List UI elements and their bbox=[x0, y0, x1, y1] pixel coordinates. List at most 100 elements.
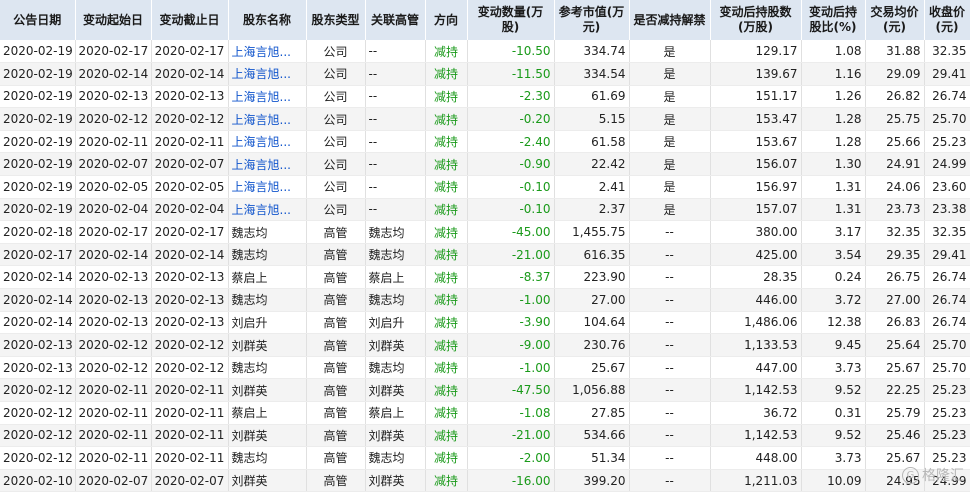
market-value-cell: 223.90 bbox=[554, 265, 630, 290]
post-shares-cell: 36.72 bbox=[710, 401, 802, 425]
column-header[interactable]: 股东类型 bbox=[306, 0, 366, 40]
table-row[interactable]: 2020-02-19 2020-02-13 2020-02-13 上海言旭... 公司 -… bbox=[0, 85, 970, 109]
post-ratio-cell: 1.08 bbox=[801, 40, 866, 64]
table-row[interactable]: 2020-02-18 2020-02-17 2020-02-17 魏志均 高管 魏志均 减持… bbox=[0, 220, 970, 244]
holder-name-cell: 刘群英 bbox=[228, 424, 307, 448]
column-header[interactable]: 变动后持股比(%) bbox=[801, 0, 866, 40]
start-date-cell: 2020-02-11 bbox=[75, 378, 152, 402]
announce-date-cell: 2020-02-12 bbox=[0, 446, 76, 470]
avg-price-cell: 26.82 bbox=[865, 85, 925, 109]
related-exec-cell: 刘启升 bbox=[365, 311, 426, 335]
column-header[interactable]: 参考市值(万元) bbox=[554, 0, 630, 40]
avg-price-cell: 25.67 bbox=[865, 356, 925, 380]
table-row[interactable]: 2020-02-19 2020-02-17 2020-02-17 上海言旭... 公司 -… bbox=[0, 40, 970, 64]
related-exec-cell: -- bbox=[365, 152, 426, 177]
announce-date-cell: 2020-02-19 bbox=[0, 198, 76, 222]
column-header[interactable]: 公告日期 bbox=[0, 0, 76, 40]
table-row[interactable]: 2020-02-12 2020-02-11 2020-02-11 蔡启上 高管 蔡启上 减持… bbox=[0, 401, 970, 425]
holder-name-cell[interactable]: 上海言旭... bbox=[228, 198, 307, 222]
post-ratio-cell: 3.73 bbox=[801, 446, 866, 470]
column-header[interactable]: 变动后持股数(万股) bbox=[710, 0, 802, 40]
holder-type-cell: 公司 bbox=[306, 62, 366, 86]
holder-name-cell[interactable]: 上海言旭... bbox=[228, 107, 307, 131]
holder-name-cell[interactable]: 上海言旭... bbox=[228, 175, 307, 199]
direction-cell: 减持 bbox=[425, 62, 468, 86]
table-row[interactable]: 2020-02-13 2020-02-12 2020-02-12 魏志均 高管 魏志均 减持… bbox=[0, 356, 970, 380]
column-header[interactable]: 变动数量(万股) bbox=[467, 0, 555, 40]
end-date-cell: 2020-02-12 bbox=[151, 107, 229, 131]
direction-cell: 减持 bbox=[425, 424, 468, 448]
column-header[interactable]: 交易均价(元) bbox=[865, 0, 925, 40]
table-row[interactable]: 2020-02-14 2020-02-13 2020-02-13 魏志均 高管 魏志均 减持… bbox=[0, 288, 970, 312]
table-row[interactable]: 2020-02-10 2020-02-07 2020-02-07 刘群英 高管 刘群英 减持… bbox=[0, 469, 970, 492]
holder-name-cell[interactable]: 上海言旭... bbox=[228, 130, 307, 154]
post-ratio-cell: 1.28 bbox=[801, 130, 866, 154]
change-qty-cell: -21.00 bbox=[467, 243, 555, 267]
table-row[interactable]: 2020-02-19 2020-02-12 2020-02-12 上海言旭... 公司 -… bbox=[0, 107, 970, 131]
related-exec-cell: 刘群英 bbox=[365, 378, 426, 402]
close-price-cell: 24.99 bbox=[924, 152, 970, 177]
direction-cell: 减持 bbox=[425, 378, 468, 402]
holder-name-cell[interactable]: 上海言旭... bbox=[228, 152, 307, 177]
column-header[interactable]: 变动截止日 bbox=[151, 0, 229, 40]
close-price-cell: 25.70 bbox=[924, 333, 970, 357]
column-header[interactable]: 关联高管 bbox=[365, 0, 426, 40]
post-ratio-cell: 3.54 bbox=[801, 243, 866, 267]
table-row[interactable]: 2020-02-12 2020-02-11 2020-02-11 魏志均 高管 魏志均 减持… bbox=[0, 446, 970, 470]
end-date-cell: 2020-02-13 bbox=[151, 288, 229, 312]
direction-cell: 减持 bbox=[425, 40, 468, 64]
table-row[interactable]: 2020-02-14 2020-02-13 2020-02-13 蔡启上 高管 蔡启上 减持… bbox=[0, 265, 970, 290]
related-exec-cell: -- bbox=[365, 130, 426, 154]
start-date-cell: 2020-02-14 bbox=[75, 62, 152, 86]
start-date-cell: 2020-02-17 bbox=[75, 40, 152, 64]
holder-name-cell: 蔡启上 bbox=[228, 265, 307, 290]
column-header[interactable]: 变动起始日 bbox=[75, 0, 152, 40]
table-row[interactable]: 2020-02-17 2020-02-14 2020-02-14 魏志均 高管 魏志均 减持… bbox=[0, 243, 970, 267]
related-exec-cell: 刘群英 bbox=[365, 333, 426, 357]
table-row[interactable]: 2020-02-19 2020-02-04 2020-02-04 上海言旭... 公司 -… bbox=[0, 198, 970, 222]
holder-name-cell[interactable]: 上海言旭... bbox=[228, 40, 307, 64]
related-exec-cell: 蔡启上 bbox=[365, 265, 426, 290]
change-qty-cell: -10.50 bbox=[467, 40, 555, 64]
post-ratio-cell: 12.38 bbox=[801, 311, 866, 335]
column-header[interactable]: 方向 bbox=[425, 0, 468, 40]
unlock-flag-cell: -- bbox=[629, 243, 711, 267]
table-row[interactable]: 2020-02-13 2020-02-12 2020-02-12 刘群英 高管 刘群英 减持… bbox=[0, 333, 970, 357]
change-qty-cell: -0.10 bbox=[467, 198, 555, 222]
change-qty-cell: -2.40 bbox=[467, 130, 555, 154]
start-date-cell: 2020-02-04 bbox=[75, 198, 152, 222]
market-value-cell: 51.34 bbox=[554, 446, 630, 470]
avg-price-cell: 25.79 bbox=[865, 401, 925, 425]
shareholder-change-table: 公告日期 变动起始日 变动截止日 股东名称 股东类型 关联高管 方向 变动数量(万股) 参考市值… bbox=[0, 0, 970, 492]
table-row[interactable]: 2020-02-19 2020-02-05 2020-02-05 上海言旭... 公司 -… bbox=[0, 175, 970, 199]
change-qty-cell: -16.00 bbox=[467, 469, 555, 492]
holder-type-cell: 高管 bbox=[306, 288, 366, 312]
holder-name-cell: 刘群英 bbox=[228, 469, 307, 492]
unlock-flag-cell: 是 bbox=[629, 198, 711, 222]
direction-cell: 减持 bbox=[425, 333, 468, 357]
table-row[interactable]: 2020-02-19 2020-02-11 2020-02-11 上海言旭... 公司 -… bbox=[0, 130, 970, 154]
announce-date-cell: 2020-02-19 bbox=[0, 85, 76, 109]
column-header[interactable]: 是否减持解禁 bbox=[629, 0, 711, 40]
direction-cell: 减持 bbox=[425, 469, 468, 492]
post-shares-cell: 1,142.53 bbox=[710, 424, 802, 448]
table-row[interactable]: 2020-02-19 2020-02-07 2020-02-07 上海言旭... 公司 -… bbox=[0, 152, 970, 177]
holder-type-cell: 公司 bbox=[306, 198, 366, 222]
end-date-cell: 2020-02-11 bbox=[151, 401, 229, 425]
start-date-cell: 2020-02-12 bbox=[75, 333, 152, 357]
change-qty-cell: -47.50 bbox=[467, 378, 555, 402]
end-date-cell: 2020-02-17 bbox=[151, 40, 229, 64]
column-header[interactable]: 收盘价(元) bbox=[924, 0, 970, 40]
table-row[interactable]: 2020-02-12 2020-02-11 2020-02-11 刘群英 高管 刘群英 减持… bbox=[0, 378, 970, 402]
table-row[interactable]: 2020-02-12 2020-02-11 2020-02-11 刘群英 高管 刘群英 减持… bbox=[0, 424, 970, 448]
holder-type-cell: 高管 bbox=[306, 469, 366, 492]
column-header[interactable]: 股东名称 bbox=[228, 0, 307, 40]
start-date-cell: 2020-02-11 bbox=[75, 130, 152, 154]
end-date-cell: 2020-02-04 bbox=[151, 198, 229, 222]
post-shares-cell: 425.00 bbox=[710, 243, 802, 267]
holder-name-cell[interactable]: 上海言旭... bbox=[228, 85, 307, 109]
holder-name-cell[interactable]: 上海言旭... bbox=[228, 62, 307, 86]
post-shares-cell: 1,486.06 bbox=[710, 311, 802, 335]
table-row[interactable]: 2020-02-14 2020-02-13 2020-02-13 刘启升 高管 刘启升 减持… bbox=[0, 311, 970, 335]
table-row[interactable]: 2020-02-19 2020-02-14 2020-02-14 上海言旭... 公司 -… bbox=[0, 62, 970, 86]
